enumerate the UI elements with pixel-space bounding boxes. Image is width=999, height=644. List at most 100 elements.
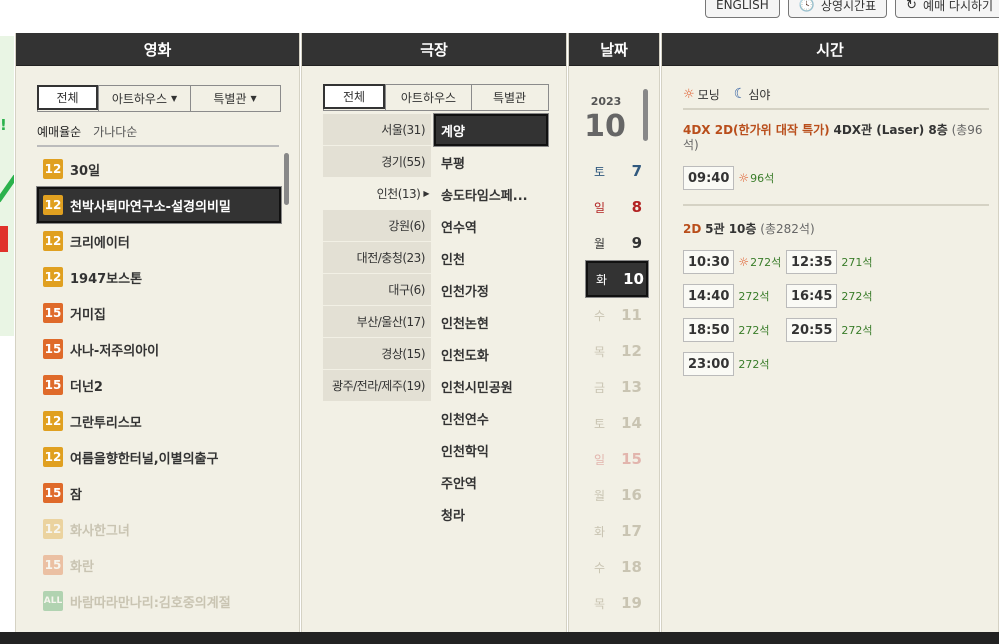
theater-item[interactable]: 인천학익 — [434, 434, 548, 466]
theater-tabs: 전체 아트하우스 특별관 — [323, 84, 549, 111]
movie-title: 잠 — [70, 487, 82, 503]
showtime-slot[interactable]: 18:50 272석 — [683, 313, 786, 347]
time-legend: ☼ 모닝 ☾ 심야 — [683, 80, 989, 110]
sort-by-booking-rate[interactable]: 예매율순 — [37, 123, 81, 145]
sort-by-name[interactable]: 가나다순 — [93, 123, 137, 145]
day-item[interactable]: 토7 — [586, 153, 648, 189]
age-rating-all-icon: ALL — [43, 591, 63, 611]
showtime-button[interactable]: 18:50 — [683, 318, 735, 342]
showtime-button[interactable]: 20:55 — [786, 318, 838, 342]
theater-item[interactable]: 인천 — [434, 242, 548, 274]
movie-tab-special[interactable]: 특별관 ▼ — [190, 86, 279, 111]
theater-item[interactable]: 인천도화 — [434, 338, 548, 370]
movie-item[interactable]: 15 사나-저주의아이 — [37, 331, 281, 367]
showtime-button[interactable]: 16:45 — [786, 284, 838, 308]
day-item-unavailable[interactable]: 월 16 — [586, 477, 648, 513]
movie-item[interactable]: 15 거미집 — [37, 295, 281, 331]
caret-right-icon: ▶ — [423, 189, 429, 198]
showtime-button[interactable]: 14:40 — [683, 284, 735, 308]
day-item-unavailable[interactable]: 금 13 — [586, 369, 648, 405]
movie-item-selected[interactable]: 12 천박사퇴마연구소-설경의비밀 — [36, 186, 282, 224]
movie-item[interactable]: 12 크리에이터 — [37, 223, 281, 259]
region-item-selected[interactable]: 인천(13) ▶ — [323, 178, 431, 210]
theater-tab-arthouse[interactable]: 아트하우스 — [385, 85, 471, 110]
region-item[interactable]: 대구(6) — [323, 274, 431, 306]
remaining-seats-label: 272석 — [738, 358, 770, 371]
day-item-unavailable[interactable]: 토 14 — [586, 405, 648, 441]
day-item[interactable]: 월9 — [586, 225, 648, 261]
showtime-slot[interactable]: 14:40 272석 — [683, 279, 786, 313]
theater-item[interactable]: 주안역 — [434, 466, 548, 498]
region-item[interactable]: 부산/울산(17) — [323, 306, 431, 338]
weekday-label: 화 — [596, 272, 608, 287]
movie-tab-all[interactable]: 전체 — [37, 85, 98, 110]
day-item-unavailable[interactable]: 목 12 — [586, 333, 648, 369]
region-item[interactable]: 경기(55) — [323, 146, 431, 178]
weekday-label: 월 — [594, 488, 606, 503]
showtime-slot[interactable]: 23:00 272석 — [683, 347, 786, 381]
day-item-unavailable[interactable]: 화 17 — [586, 513, 648, 549]
movie-item[interactable]: 12 1947보스톤 — [37, 259, 281, 295]
day-item-unavailable[interactable]: 목 19 — [586, 585, 648, 621]
movie-item-unavailable[interactable]: 15 화란 — [37, 547, 281, 583]
showtime-slot[interactable]: 09:40 ☼ 96석 — [683, 161, 786, 195]
showtime-button[interactable]: 09:40 — [683, 166, 735, 190]
showtime-slot[interactable]: 20:55 272석 — [786, 313, 889, 347]
theater-item[interactable]: 연수역 — [434, 210, 548, 242]
region-item[interactable]: 대전/충청(23) — [323, 242, 431, 274]
movie-item[interactable]: 15 잠 — [37, 475, 281, 511]
movie-tab-arthouse[interactable]: 아트하우스 ▼ — [98, 86, 190, 111]
movie-item-unavailable[interactable]: 12 화사한그녀 — [37, 511, 281, 547]
age-rating-12-icon: 12 — [43, 447, 63, 467]
day-item[interactable]: 일8 — [586, 189, 648, 225]
theater-item[interactable]: 인천가정 — [434, 274, 548, 306]
theater-item[interactable]: 인천시민공원 — [434, 370, 548, 402]
showtime-slot[interactable]: 10:30 ☼ 272석 — [683, 245, 786, 279]
day-item-unavailable[interactable]: 수 18 — [586, 549, 648, 585]
movie-tab-special-label: 특별관 — [213, 92, 247, 106]
theater-tab-arthouse-label: 아트하우스 — [400, 91, 457, 105]
showtime-slot[interactable]: 12:35 271석 — [786, 245, 889, 279]
theater-panel: 극장 전체 아트하우스 특별관 서울(31) 경기(55) 인천(13) ▶ 강원… — [301, 33, 567, 633]
day-item-unavailable[interactable]: 수 11 — [586, 297, 648, 333]
region-item[interactable]: 서울(31) — [323, 114, 431, 146]
movie-item[interactable]: 12 여름을향한터널,이별의출구 — [37, 439, 281, 475]
showtime-schedule-button[interactable]: 🕓 상영시간표 — [787, 0, 888, 18]
total-seats: (총282석) — [760, 222, 815, 236]
showtime-button[interactable]: 23:00 — [683, 352, 735, 376]
theater-item[interactable]: 송도타임스페... — [434, 178, 548, 210]
theater-item[interactable]: 인천논현 — [434, 306, 548, 338]
remaining-seats: 272석 — [841, 322, 872, 338]
day-number: 12 — [621, 342, 642, 360]
movie-item-unavailable[interactable]: ALL 바람따라만나리:김호중의계절 — [37, 583, 281, 619]
theater-item[interactable]: 청라 — [434, 498, 548, 530]
date-list-scrollbar[interactable] — [643, 89, 648, 141]
showtime-button[interactable]: 10:30 — [683, 250, 735, 274]
showtime-slot[interactable]: 16:45 272석 — [786, 279, 889, 313]
movie-item[interactable]: 12 그란투리스모 — [37, 403, 281, 439]
day-item-unavailable[interactable]: 일 15 — [586, 441, 648, 477]
movie-list-scrollbar[interactable] — [284, 153, 289, 205]
theater-item-selected[interactable]: 계양 — [433, 113, 549, 147]
caret-down-icon: ▼ — [250, 94, 257, 103]
english-button[interactable]: ENGLISH — [705, 0, 780, 18]
region-item[interactable]: 경상(15) — [323, 338, 431, 370]
showtime-button[interactable]: 12:35 — [786, 250, 838, 274]
theater-tab-special[interactable]: 특별관 — [471, 85, 547, 110]
showtime-block-title: 4DX 2D(한가위 대작 특가) 4DX관 (Laser) 8층 (총96석) — [683, 123, 989, 153]
showtime-list: 09:40 ☼ 96석 — [683, 161, 989, 195]
theater-item[interactable]: 인천연수 — [434, 402, 548, 434]
theater-tab-all[interactable]: 전체 — [323, 84, 385, 109]
region-item[interactable]: 광주/전라/제주(19) — [323, 370, 431, 402]
day-item-selected[interactable]: 화 10 — [585, 260, 649, 298]
age-rating-15-icon: 15 — [43, 303, 63, 323]
region-item[interactable]: 강원(6) — [323, 210, 431, 242]
restart-booking-button[interactable]: ↻ 예매 다시하기 — [895, 0, 999, 18]
movie-item[interactable]: 15 더넌2 — [37, 367, 281, 403]
movie-title: 화사한그녀 — [70, 523, 130, 539]
movie-panel-header: 영화 — [16, 33, 299, 66]
theater-item[interactable]: 부평 — [434, 146, 548, 178]
age-rating-12-icon: 12 — [43, 159, 63, 179]
movie-item[interactable]: 12 30일 — [37, 151, 281, 187]
english-label: ENGLISH — [716, 0, 769, 12]
